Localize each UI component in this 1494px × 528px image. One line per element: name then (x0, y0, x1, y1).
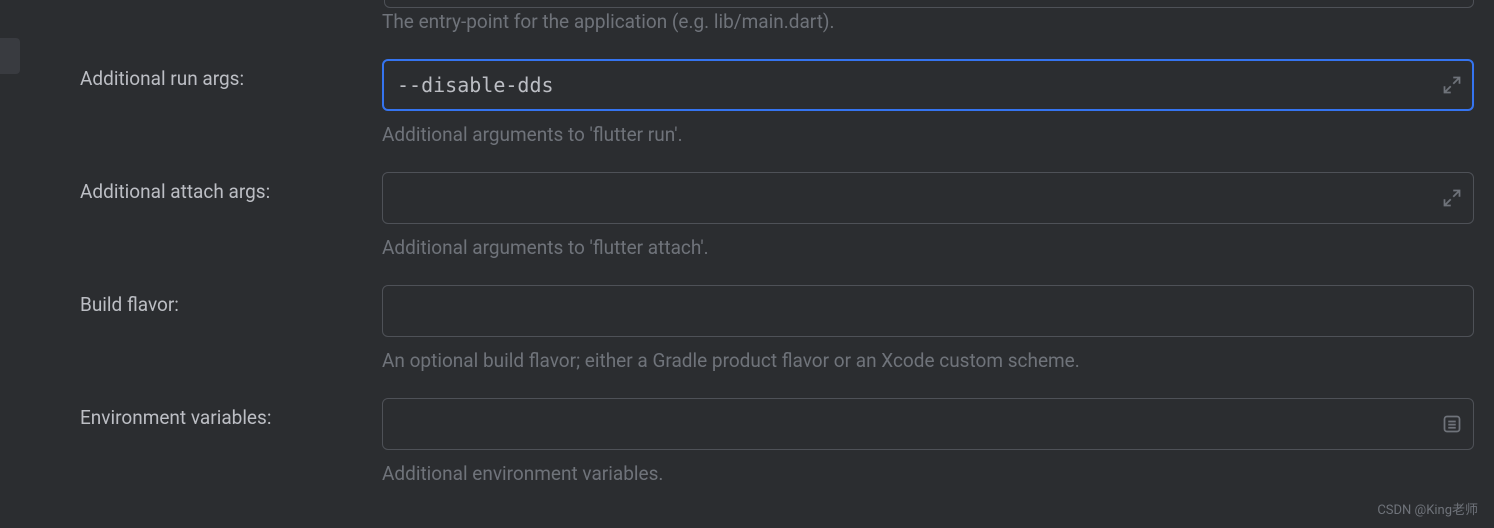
build-flavor-hint: An optional build flavor; either a Gradl… (382, 349, 1474, 372)
left-gutter (0, 0, 30, 528)
additional-run-args-hint: Additional arguments to 'flutter run'. (382, 123, 1474, 146)
build-flavor-label: Build flavor: (80, 285, 382, 316)
environment-variables-input[interactable] (382, 398, 1474, 450)
dart-entrypoint-hint: The entry-point for the application (e.g… (382, 10, 1474, 33)
environment-variables-hint: Additional environment variables. (382, 462, 1474, 485)
tab-indicator[interactable] (0, 38, 20, 74)
additional-attach-args-label: Additional attach args: (80, 172, 382, 203)
watermark: CSDN @King老师 (1377, 499, 1478, 518)
environment-variables-label: Environment variables: (80, 398, 382, 429)
additional-attach-args-hint: Additional arguments to 'flutter attach'… (382, 236, 1474, 259)
additional-run-args-label: Additional run args: (80, 59, 382, 90)
form-container: The entry-point for the application (e.g… (30, 0, 1494, 511)
build-flavor-input[interactable] (382, 285, 1474, 337)
additional-attach-args-input[interactable] (382, 172, 1474, 224)
additional-run-args-input[interactable] (382, 59, 1474, 111)
